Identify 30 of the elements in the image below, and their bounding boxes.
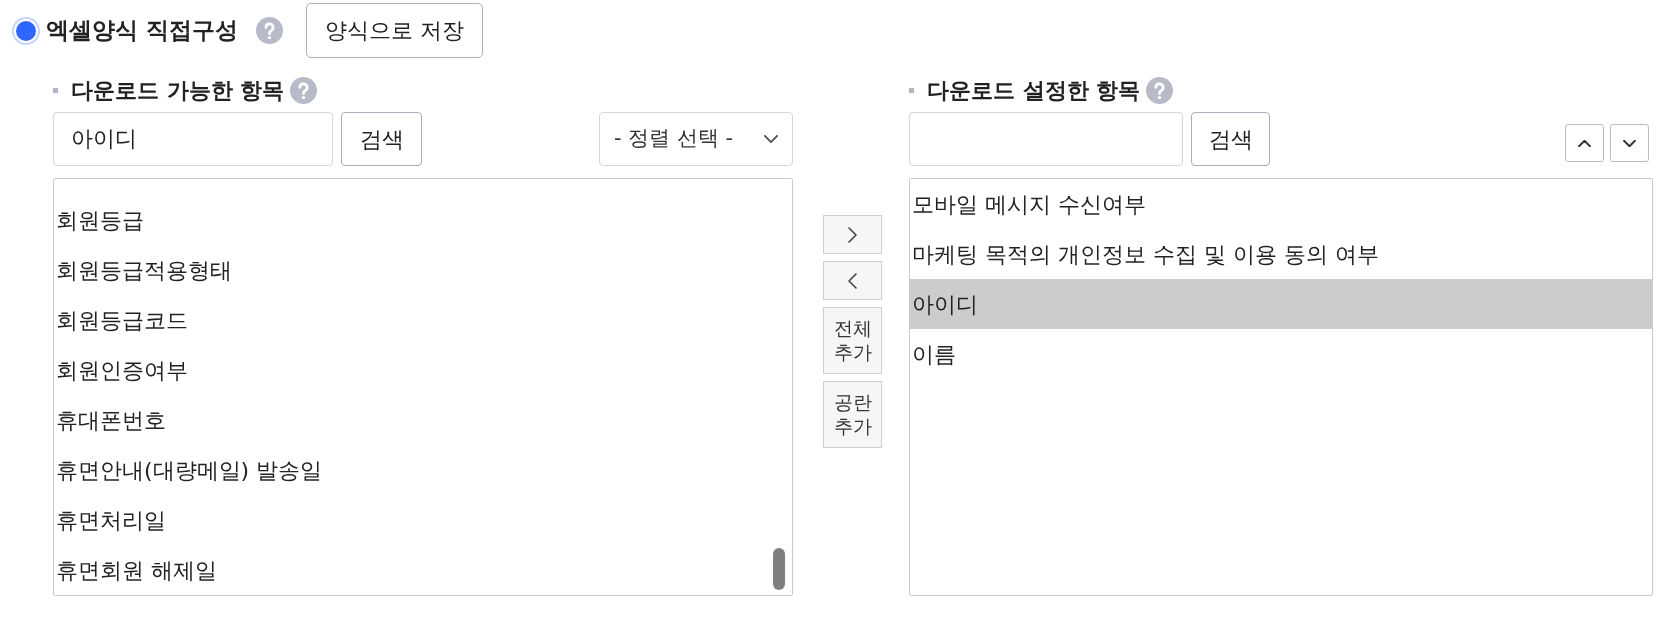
chevron-left-icon xyxy=(848,272,857,289)
search-field[interactable]: 아이디 xyxy=(53,112,333,166)
sort-select[interactable]: - 정렬 선택 - xyxy=(599,112,793,166)
item-list[interactable]: 회원등급 회원등급적용형태 회원등급코드 회원인증여부 휴대폰번호 휴면안내(대량메일) 발송일 휴면처리일 휴면회원 해제일 xyxy=(53,178,793,596)
add-button[interactable]: 공란 추가 xyxy=(823,381,882,448)
scrollbar-thumb[interactable] xyxy=(773,548,785,590)
help-icon[interactable] xyxy=(256,17,283,44)
move-up-button[interactable] xyxy=(1565,124,1604,162)
search-field[interactable] xyxy=(909,112,1183,166)
add-button[interactable]: 전체 추가 xyxy=(823,307,882,374)
section-title: 다운로드 가능한 항목 xyxy=(71,76,285,105)
item-list[interactable]: 모바일 메시지 수신여부 마케팅 목적의 개인정보 수집 및 이용 동의 여부 아이디 이름 xyxy=(909,178,1653,596)
chevron-down-icon xyxy=(1623,139,1636,147)
search-button[interactable]: 검색 xyxy=(341,112,422,166)
move-right-button[interactable] xyxy=(823,215,882,254)
chevron-up-icon xyxy=(1578,139,1591,147)
section-title: 다운로드 설정한 항목 xyxy=(927,76,1141,105)
move-left-button[interactable] xyxy=(823,261,882,300)
radio-label[interactable]: 엑셀양식 직접구성 xyxy=(46,13,238,48)
search-button[interactable]: 검색 xyxy=(1191,112,1270,166)
radio-button[interactable] xyxy=(12,16,40,45)
list-item[interactable]: 아이디 xyxy=(910,279,1652,329)
save-template-button[interactable]: 양식으로 저장 xyxy=(306,3,483,58)
chevron-down-icon xyxy=(764,135,778,143)
help-icon[interactable] xyxy=(290,76,318,104)
help-icon[interactable] xyxy=(1146,76,1174,104)
move-down-button[interactable] xyxy=(1610,124,1649,162)
chevron-right-icon xyxy=(848,226,857,243)
bullet-icon xyxy=(909,87,914,93)
bullet-icon xyxy=(53,87,58,93)
